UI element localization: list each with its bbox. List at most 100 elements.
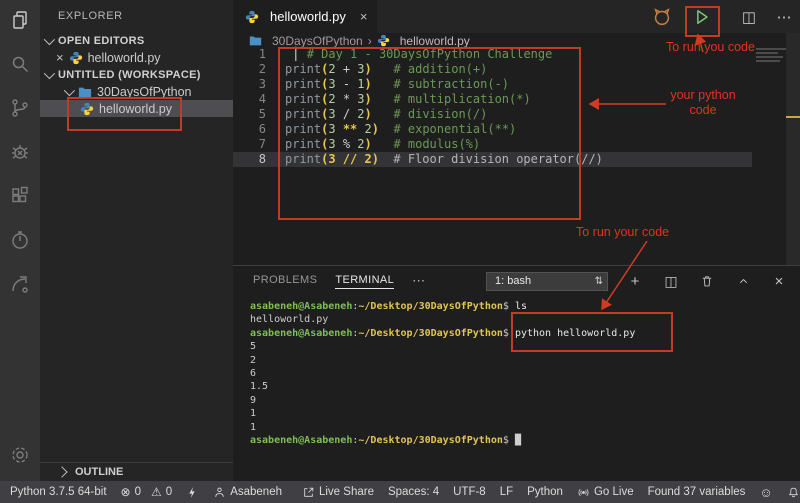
token-fn: print <box>285 152 321 166</box>
code-line-5[interactable]: 5print(3 / 2) # division(/) <box>233 107 800 122</box>
token-num: 3 <box>357 92 364 106</box>
token-cmd: python helloworld.py <box>515 328 635 339</box>
kill-terminal-icon[interactable] <box>698 272 716 290</box>
code-line-3[interactable]: 3print(3 - 1) # subtraction(-) <box>233 77 800 92</box>
tab-problems[interactable]: PROBLEMS <box>253 274 317 288</box>
editor-tab-bar: helloworld.py × <box>233 0 800 33</box>
token-out: 1.5 <box>250 381 268 392</box>
code-line-2[interactable]: 2print(2 + 3) # addition(+) <box>233 62 800 77</box>
split-editor-icon[interactable]: ◫ <box>738 5 760 29</box>
settings-gear-icon[interactable] <box>8 443 32 467</box>
cat-extension-icon[interactable] <box>651 5 673 29</box>
terminal-line-10: 1 <box>250 421 635 434</box>
live-share-icon <box>302 486 315 499</box>
panel-more-icon[interactable]: ⋯ <box>412 273 425 289</box>
notifications-item[interactable]: 1 <box>787 486 800 499</box>
code-line-7[interactable]: 7print(3 % 2) # modulus(%) <box>233 137 800 152</box>
python-version[interactable]: Python 3.7.5 64-bit <box>10 486 107 498</box>
error-icon: ⊗ <box>121 486 131 498</box>
run-debug-icon[interactable] <box>8 140 32 164</box>
token-fn: print <box>285 107 321 121</box>
go-live-item[interactable]: Go Live <box>577 486 634 499</box>
activity-bar <box>0 0 40 481</box>
explorer-files-icon[interactable] <box>8 8 32 32</box>
section-workspace[interactable]: UNTITLED (WORKSPACE) <box>40 66 233 83</box>
variables-found[interactable]: Found 37 variables <box>648 486 746 498</box>
eol-setting[interactable]: LF <box>500 486 513 498</box>
file-item-selected[interactable]: helloworld.py <box>40 100 233 117</box>
breadcrumb-file[interactable]: helloworld.py <box>400 34 470 48</box>
folder-icon <box>249 34 262 47</box>
python-file-icon <box>80 102 94 116</box>
explorer-sidebar: EXPLORER OPEN EDITORS × helloworld.py UN… <box>40 0 233 481</box>
tab-terminal[interactable]: TERMINAL <box>335 274 394 289</box>
code-line-4[interactable]: 4print(2 * 3) # multiplication(*) <box>233 92 800 107</box>
close-panel-icon[interactable]: × <box>770 272 788 290</box>
more-actions-icon[interactable]: ⋯ <box>773 5 795 29</box>
account-item[interactable]: Asabeneh <box>213 486 282 499</box>
folder-item[interactable]: 30DaysOfPython <box>40 83 233 100</box>
token-num: 3 <box>357 62 364 76</box>
breadcrumb-folder[interactable]: 30DaysOfPython <box>272 34 363 48</box>
live-share-item[interactable]: Live Share <box>302 486 374 499</box>
terminal-line-5: 2 <box>250 354 635 367</box>
bottom-panel: PROBLEMS TERMINAL ⋯ 1: bash ⇅ + ◫ × asab… <box>233 265 800 481</box>
token-paren: ) <box>365 137 372 151</box>
live-share-activity-icon[interactable] <box>8 272 32 296</box>
smiley-icon[interactable]: ☺ <box>759 486 772 499</box>
code-lines[interactable]: 1 │ # Day 1 - 30DaysOfPython Challenge2p… <box>233 47 800 167</box>
open-editor-item[interactable]: × helloworld.py <box>40 49 233 66</box>
split-terminal-icon[interactable]: ◫ <box>662 272 680 290</box>
code-line-1[interactable]: 1 │ # Day 1 - 30DaysOfPython Challenge <box>233 47 800 62</box>
token-out: helloworld.py <box>250 314 328 325</box>
language-mode[interactable]: Python <box>527 486 563 498</box>
token-comment: # subtraction(-) <box>393 77 509 91</box>
maximize-panel-icon[interactable] <box>734 272 752 290</box>
search-icon[interactable] <box>8 52 32 76</box>
broadcast-icon <box>577 486 590 499</box>
token-out: 9 <box>250 395 256 406</box>
python-file-icon <box>245 10 259 24</box>
section-outline[interactable]: OUTLINE <box>40 462 233 481</box>
token-num: 2 <box>365 122 372 136</box>
token-plain <box>299 47 306 61</box>
feedback-bolt[interactable] <box>186 486 199 499</box>
chevron-down-icon <box>64 84 75 95</box>
token-plain <box>372 107 394 121</box>
section-open-editors[interactable]: OPEN EDITORS <box>40 32 233 49</box>
encoding-setting[interactable]: UTF-8 <box>453 486 486 498</box>
timer-icon[interactable] <box>8 228 32 252</box>
chevron-down-icon <box>44 67 55 78</box>
tab-close-icon[interactable]: × <box>360 9 368 24</box>
token-out: 2 <box>250 355 256 366</box>
code-line-8[interactable]: 8print(3 // 2) # Floor division operator… <box>233 152 752 167</box>
token-out: 1 <box>250 422 256 433</box>
token-op: / <box>336 107 358 121</box>
run-code-button[interactable] <box>690 5 714 29</box>
terminal-line-6: 6 <box>250 367 635 380</box>
token-out: $ <box>503 301 515 312</box>
lightning-icon <box>186 486 199 499</box>
shell-selector[interactable]: 1: bash ⇅ <box>486 272 608 291</box>
breadcrumb: 30DaysOfPython › helloworld.py <box>249 33 470 48</box>
minimap[interactable] <box>752 33 800 265</box>
token-num: 3 <box>328 77 335 91</box>
source-control-icon[interactable] <box>8 96 32 120</box>
token-comment: # Day 1 - 30DaysOfPython Challenge <box>307 47 553 61</box>
terminal-line-8: 9 <box>250 394 635 407</box>
token-gold: ** <box>343 122 357 136</box>
chevron-down-icon <box>44 33 55 44</box>
token-plain <box>357 122 364 136</box>
tab-helloworld[interactable]: helloworld.py × <box>233 0 377 33</box>
indentation-setting[interactable]: Spaces: 4 <box>388 486 439 498</box>
terminal-lines[interactable]: asabeneh@Asabeneh:~/Desktop/30DaysOfPyth… <box>250 300 635 447</box>
token-fn: print <box>285 92 321 106</box>
problems-summary[interactable]: ⊗0 ⚠0 <box>121 486 173 498</box>
token-op: - <box>336 77 358 91</box>
new-terminal-icon[interactable]: + <box>626 272 644 290</box>
code-line-6[interactable]: 6print(3 ** 2) # exponential(**) <box>233 122 800 137</box>
close-icon[interactable]: × <box>56 50 64 65</box>
token-comment: # exponential(**) <box>393 122 516 136</box>
folder-name: 30DaysOfPython <box>97 85 192 99</box>
extensions-icon[interactable] <box>8 184 32 208</box>
